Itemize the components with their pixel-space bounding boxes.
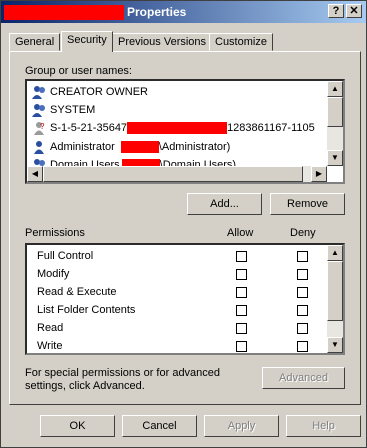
users-horizontal-scrollbar[interactable]: ◀ ▶ xyxy=(27,166,327,182)
group-icon xyxy=(31,102,47,118)
allow-checkbox[interactable] xyxy=(236,251,247,262)
sid-prefix: S-1-5-21-35647 xyxy=(50,121,128,134)
user-name: CREATOR OWNER xyxy=(50,85,148,98)
scroll-left-icon[interactable]: ◀ xyxy=(27,166,43,182)
user-row-system[interactable]: SYSTEM xyxy=(31,102,95,120)
scroll-up-icon[interactable]: ▲ xyxy=(327,245,343,261)
ok-button[interactable]: OK xyxy=(40,415,115,437)
unknown-user-icon: ? xyxy=(31,120,47,136)
help-dialog-button[interactable]: Help xyxy=(286,415,361,437)
user-row-sid[interactable]: ? S-1-5-21-35647 1283861167-1105 xyxy=(31,120,315,138)
help-button[interactable]: ? xyxy=(328,4,344,18)
tab-general[interactable]: General xyxy=(9,33,61,51)
scroll-right-icon[interactable]: ▶ xyxy=(311,166,327,182)
deny-checkbox[interactable] xyxy=(297,341,308,352)
tab-customize[interactable]: Customize xyxy=(209,33,273,51)
user-row-creator-owner[interactable]: CREATOR OWNER xyxy=(31,84,148,102)
user-row-administrator[interactable]: Administrator \Administrator) xyxy=(31,139,230,157)
deny-checkbox[interactable] xyxy=(297,305,308,316)
permissions-list: Full Control Modify Read & Execute List … xyxy=(25,243,345,355)
cancel-button[interactable]: Cancel xyxy=(122,415,197,437)
properties-dialog: Properties ? ✕ General Security Previous… xyxy=(0,0,367,448)
user-name: SYSTEM xyxy=(50,103,96,116)
scroll-down-icon[interactable]: ▼ xyxy=(327,337,343,353)
scroll-down-icon[interactable]: ▼ xyxy=(327,150,343,166)
admin-name: Administrator xyxy=(50,140,115,153)
permissions-scrollbar[interactable]: ▲ ▼ xyxy=(327,245,343,353)
permissions-label: Permissions xyxy=(25,227,85,239)
tab-previous-versions[interactable]: Previous Versions xyxy=(112,33,213,51)
title-bar[interactable]: Properties ? ✕ xyxy=(1,1,366,23)
permission-read-execute: Read & Execute xyxy=(37,286,117,298)
sid-suffix: 1283861167-1105 xyxy=(227,121,315,134)
permission-read: Read xyxy=(37,322,64,334)
allow-checkbox[interactable] xyxy=(236,305,247,316)
users-vertical-scrollbar[interactable]: ▲ ▼ xyxy=(327,81,343,166)
svg-text:?: ? xyxy=(40,122,45,131)
scroll-up-icon[interactable]: ▲ xyxy=(327,81,343,97)
deny-checkbox[interactable] xyxy=(297,287,308,298)
apply-button[interactable]: Apply xyxy=(204,415,279,437)
deny-column-label: Deny xyxy=(290,227,316,239)
tab-security[interactable]: Security xyxy=(61,31,113,52)
scroll-thumb[interactable] xyxy=(327,261,343,321)
permission-write: Write xyxy=(37,340,63,352)
group-icon xyxy=(31,84,47,100)
allow-column-label: Allow xyxy=(227,227,254,239)
scroll-thumb[interactable] xyxy=(327,97,343,127)
scroll-thumb[interactable] xyxy=(43,166,303,182)
remove-button[interactable]: Remove xyxy=(270,193,345,215)
admin-suffix: \Administrator) xyxy=(158,140,231,153)
permission-modify: Modify xyxy=(37,268,70,280)
allow-checkbox[interactable] xyxy=(236,341,247,352)
close-button[interactable]: ✕ xyxy=(346,4,362,18)
allow-checkbox[interactable] xyxy=(236,323,247,334)
deny-checkbox[interactable] xyxy=(297,323,308,334)
redacted-filename xyxy=(4,5,124,20)
users-listbox[interactable]: CREATOR OWNER SYSTEM ? S-1-5-21-35647 128… xyxy=(25,79,345,184)
allow-checkbox[interactable] xyxy=(236,269,247,280)
advanced-button[interactable]: Advanced xyxy=(262,367,345,389)
redacted-sid xyxy=(127,122,228,134)
deny-checkbox[interactable] xyxy=(297,251,308,262)
redacted-domain xyxy=(120,141,159,153)
group-label: Group or user names: xyxy=(25,65,132,77)
window-title: Properties xyxy=(127,5,187,19)
permission-full-control: Full Control xyxy=(37,250,94,262)
permission-list-folder-contents: List Folder Contents xyxy=(37,304,136,316)
add-button[interactable]: Add... xyxy=(187,193,262,215)
deny-checkbox[interactable] xyxy=(297,269,308,280)
advanced-note: For special permissions or for advanced … xyxy=(25,367,221,392)
user-icon xyxy=(31,139,47,155)
allow-checkbox[interactable] xyxy=(236,287,247,298)
